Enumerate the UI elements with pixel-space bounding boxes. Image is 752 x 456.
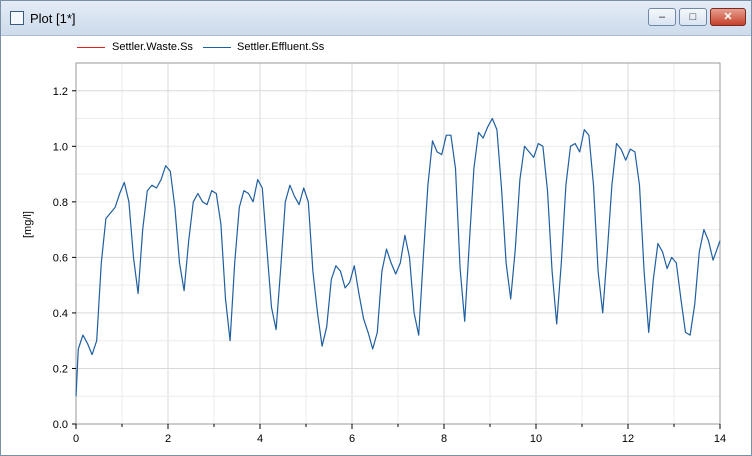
x-tick-label: 8 (441, 433, 447, 445)
x-tick-label: 4 (257, 433, 263, 445)
x-tick-label: 6 (349, 433, 355, 445)
y-tick-label: 1.2 (53, 86, 68, 98)
y-tick-label: 0.4 (53, 308, 68, 320)
x-tick-label: 0 (73, 433, 79, 445)
plot-window: Plot [1*] – □ ✕ Settler.Waste.Ss Settler… (0, 0, 752, 456)
line-chart[interactable]: 0 2 4 6 8 10 12 14 0.0 0.2 0.4 0.6 0.8 1.0 1.2 (1, 1, 751, 455)
x-tick-label: 12 (622, 433, 634, 445)
y-tick-label: 0.2 (53, 363, 68, 375)
y-tick-label: 0.6 (53, 252, 68, 264)
x-tick-label: 10 (530, 433, 542, 445)
y-tick-label: 0.8 (53, 197, 68, 209)
y-tick-label: 1.0 (53, 141, 68, 153)
x-tick-label: 2 (165, 433, 171, 445)
x-tick-label: 14 (714, 433, 726, 445)
y-tick-label: 0.0 (53, 419, 68, 431)
